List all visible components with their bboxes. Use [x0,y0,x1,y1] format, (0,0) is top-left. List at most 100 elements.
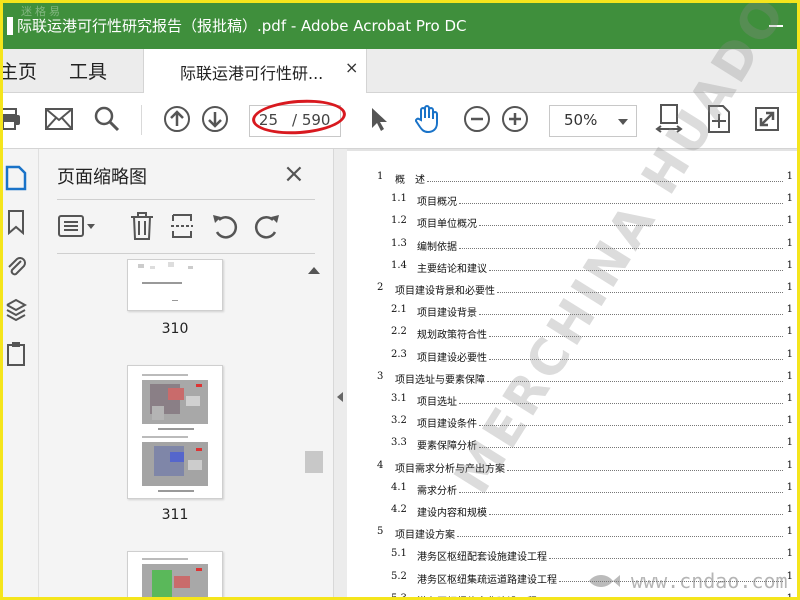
toc-title: 项目选址 [417,397,457,408]
toc-page-number: 1 [786,504,793,515]
full-screen-icon[interactable] [751,103,783,135]
toc-title: 项目建设背景和必要性 [395,286,495,297]
toc-number: 3.3 [391,437,407,449]
next-page-icon[interactable] [199,103,231,135]
toc-number: 2 [377,282,384,293]
title-bar: 迷格易 际联运港可行性研究报告（报批稿）.pdf - Adobe Acrobat… [3,3,797,49]
toc-entry[interactable]: 5.3 港务区枢纽信息化建设工程 1 [391,593,793,597]
toc-number: 2.2 [391,326,407,338]
toc-title: 项目建设必要性 [417,352,487,364]
toc-leader-dots [549,558,783,560]
toc-entry[interactable]: 4.2 建设内容和规模 1 [391,504,793,524]
window-title: 际联运港可行性研究报告（报批稿）.pdf - Adobe Acrobat Pro… [17,17,467,35]
toc-title: 项目单位概况 [417,219,477,231]
toc-number: 4 [377,459,384,471]
toc-number: 1.3 [391,237,407,249]
panel-title: 页面缩略图 [57,167,147,188]
toc-entry[interactable]: 3.2 项目建设条件 1 [391,415,793,435]
toc-page-number: 1 [786,304,793,316]
toc-entry[interactable]: 5.1 港务区枢纽配套设施建设工程 1 [391,548,793,568]
page-thumbnail[interactable] [127,259,223,311]
toc-entry[interactable]: 2.3 项目建设必要性 1 [391,349,793,369]
toc-entry[interactable]: 4.1 需求分析 1 [391,482,793,502]
thumbnail-options-icon[interactable] [57,211,95,241]
toc-entry[interactable]: 5 项目建设方案 1 [377,526,793,546]
toc-title: 编制依据 [417,241,457,253]
toc-title: 主要结论和建议 [417,263,487,275]
split-page-icon[interactable] [169,211,199,241]
toc-entry[interactable]: 1 概 述 1 [377,171,793,191]
toc-number: 2.3 [391,348,407,360]
hand-tool-icon[interactable] [411,103,443,135]
page-thumbnail[interactable] [127,365,223,499]
close-panel-button[interactable]: × [283,159,305,189]
toc-leader-dots [427,181,783,182]
toc-number: 1 [377,171,384,182]
tab-bar: 主页 工具 际联运港可行性研... × [3,49,797,93]
toc-entry[interactable]: 3 项目选址与要素保障 1 [377,371,793,391]
toc-page-number: 1 [786,393,793,404]
tab-home[interactable]: 主页 [3,57,37,84]
toc-title: 项目建设方案 [395,530,455,542]
page-thumbnail[interactable] [127,551,223,597]
toc-entry[interactable]: 1.1 项目概况 1 [391,193,793,213]
toc-title: 规划政策符合性 [417,330,487,342]
zoom-value: 50% [564,111,598,129]
toc-page-number: 1 [786,215,793,227]
panel-divider [57,199,315,200]
panel-collapse-handle[interactable] [333,149,347,597]
toc-number: 1.2 [391,215,407,227]
toc-number: 3.1 [391,393,407,404]
print-icon[interactable] [3,103,25,135]
page-thumbnails-panel: 页面缩略图 × 310 311 [39,149,333,597]
toc-number: 1.1 [391,193,407,205]
tab-tools[interactable]: 工具 [69,57,107,84]
zoom-select[interactable]: 50% [549,105,637,137]
toc-number: 3.2 [391,415,407,427]
zoom-out-icon[interactable] [461,103,493,135]
toc-entry[interactable]: 3.3 要素保障分析 1 [391,437,793,457]
toc-entry[interactable]: 3.1 项目选址 1 [391,393,793,413]
toc-title: 港务区枢纽集疏运道路建设工程 [417,574,557,586]
thumbnail-page-number: 311 [161,507,189,523]
chevron-down-icon [618,119,628,125]
toc-page-number: 1 [786,548,793,560]
rotate-clockwise-icon[interactable] [253,211,283,241]
toc-leader-dots [457,536,783,538]
toc-title: 建设内容和规模 [417,508,487,519]
toc-leader-dots [497,292,783,293]
page-thumbnails-icon[interactable] [5,165,29,193]
clipboard-icon[interactable] [5,341,29,369]
panel-divider [57,253,315,254]
navigation-rail [3,149,39,597]
toc-number: 1.4 [391,259,407,271]
toc-title: 项目概况 [417,197,457,209]
site-logo-icon [589,575,620,587]
document-tab-label: 际联运港可行性研... [180,64,324,83]
previous-page-icon[interactable] [161,103,193,135]
thumbnail-scrollbar[interactable] [303,259,325,597]
toc-page-number: 1 [786,193,793,205]
delete-page-icon[interactable] [129,211,159,241]
toc-number: 4.1 [391,481,407,493]
rotate-counterclockwise-icon[interactable] [211,211,241,241]
tab-document[interactable]: 际联运港可行性研... × [143,49,367,93]
toc-page-number: 1 [786,415,793,427]
toc-entry[interactable]: 4 项目需求分析与产出方案 1 [377,460,793,480]
scrollbar-thumb[interactable] [305,451,323,473]
toc-page-number: 1 [786,326,793,338]
attachments-icon[interactable] [5,253,29,281]
toc-title: 港务区枢纽配套设施建设工程 [417,552,547,564]
toc-number: 4.2 [391,504,407,515]
acrobat-window: 迷格易 际联运港可行性研究报告（报批稿）.pdf - Adobe Acrobat… [0,0,800,600]
select-cursor-icon[interactable] [363,103,395,135]
scroll-up-icon[interactable] [308,267,320,274]
zoom-in-icon[interactable] [499,103,531,135]
close-tab-button[interactable]: × [345,58,358,77]
email-icon[interactable] [43,103,75,135]
layers-icon[interactable] [5,297,29,325]
bookmarks-icon[interactable] [5,209,29,237]
search-icon[interactable] [91,103,123,135]
toc-number: 2.1 [391,304,407,316]
acrobat-app-icon [7,17,13,35]
